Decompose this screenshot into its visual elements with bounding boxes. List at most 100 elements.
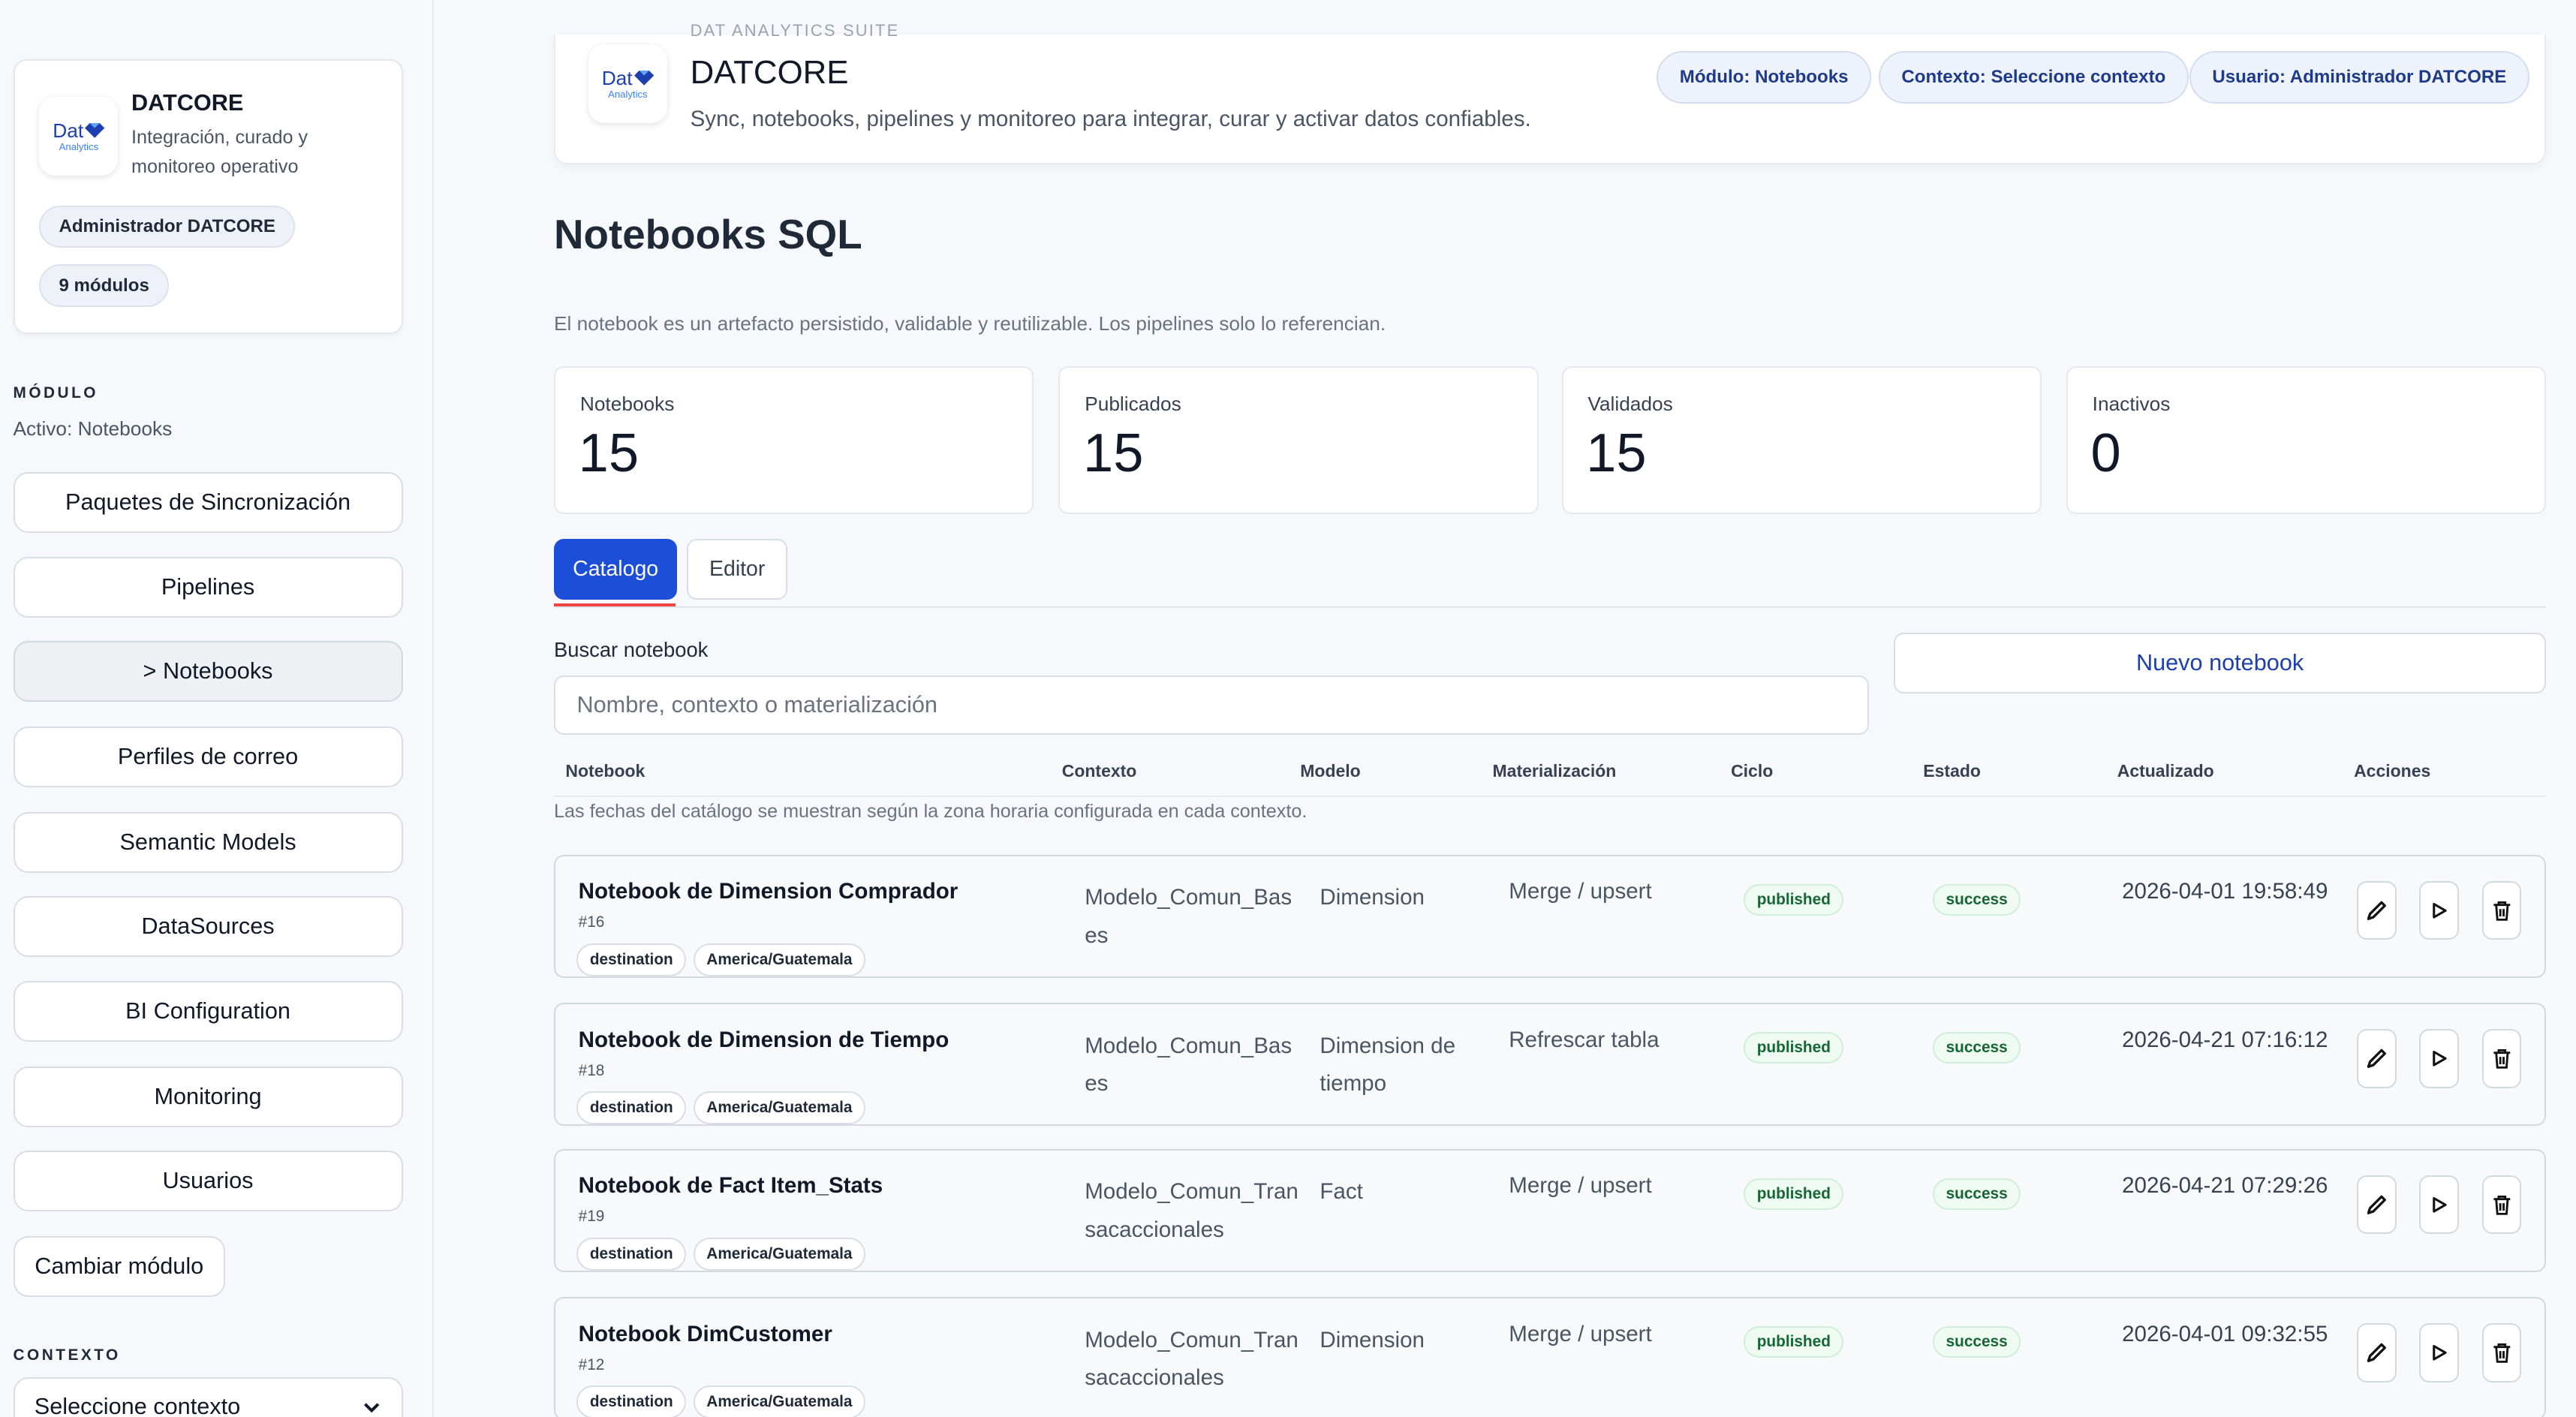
nav-users[interactable]: Usuarios [13,1151,403,1212]
stat-label: Publicados [1085,393,1181,416]
column-header-actions: Acciones [2354,760,2431,781]
row-context: Modelo_Comun_Bases [1085,1033,1293,1096]
table-header-divider [554,795,2547,798]
status-badge: success [1933,1178,2021,1210]
search-label: Buscar notebook [554,637,709,661]
sidebar: Dat Analytics DATCORE Integración, curad… [0,0,435,1417]
stat-card-validated: Validados 15 [1561,366,2042,515]
notebook-id: #12 [578,1355,605,1373]
row-updated: 2026-04-01 09:32:55 [2122,1321,2328,1346]
stat-label: Notebooks [579,393,675,416]
chevron-down-icon [363,1402,380,1412]
notebook-name: Notebook de Dimension Comprador [578,879,958,904]
tag-destination: destination [576,1091,687,1124]
row-materialization: Merge / upsert [1509,879,1652,904]
cycle-badge: published [1744,884,1844,916]
cycle-badge: published [1744,1178,1844,1210]
status-badge: success [1933,884,2021,916]
tag-timezone: America/Guatemala [693,1237,865,1271]
stat-card-published: Publicados 15 [1058,366,1539,515]
status-badge: success [1933,1326,2021,1358]
table-row[interactable]: Notebook de Dimension de Tiempo #18 dest… [554,1002,2547,1127]
row-context: Modelo_Comun_Transacaccionales [1085,1179,1299,1242]
logo-gem-icon [85,123,105,138]
delete-button[interactable] [2481,1322,2522,1382]
row-materialization: Merge / upsert [1509,1173,1652,1199]
nav-semantic-models[interactable]: Semantic Models [13,811,403,873]
edit-button[interactable] [2357,1175,2397,1235]
play-icon [2433,1050,2448,1067]
trash-icon [2493,1048,2510,1069]
nav-mail-profiles[interactable]: Perfiles de correo [13,726,403,787]
new-notebook-button[interactable]: Nuevo notebook [1893,633,2547,694]
nav-datasources[interactable]: DataSources [13,895,403,957]
header-title: DATCORE [690,54,849,92]
notebook-id: #18 [578,1061,605,1079]
run-button[interactable] [2419,1175,2460,1235]
pencil-icon [2367,901,2387,920]
pencil-icon [2367,1343,2387,1362]
edit-button[interactable] [2357,880,2397,940]
tag-timezone: America/Guatemala [693,1091,865,1124]
stat-value: 0 [2090,423,2121,483]
stat-value: 15 [1083,423,1144,483]
row-materialization: Merge / upsert [1509,1321,1652,1346]
status-badge: success [1933,1032,2021,1064]
row-model: Dimension [1320,1327,1425,1352]
brand-card: Dat Analytics DATCORE Integración, curad… [13,59,403,334]
run-button[interactable] [2419,1028,2460,1088]
delete-button[interactable] [2481,1175,2522,1235]
logo-text: Dat [53,119,84,142]
play-icon [2433,1196,2448,1213]
context-select[interactable]: Seleccione contexto [13,1377,403,1417]
edit-button[interactable] [2357,1028,2397,1088]
tab-catalog[interactable]: Catalogo [554,539,678,600]
header-overline: DAT ANALYTICS SUITE [690,21,900,41]
notebook-name: Notebook DimCustomer [578,1321,832,1346]
header-logo: Dat Analytics [588,44,667,124]
nav-pipelines[interactable]: Pipelines [13,557,403,618]
trash-icon [2493,1195,2510,1215]
nav-sync-packages[interactable]: Paquetes de Sincronización [13,471,403,533]
run-button[interactable] [2419,1322,2460,1382]
brand-name: DATCORE [131,90,244,116]
stat-label: Validados [1587,393,1673,416]
header-subtitle: Sync, notebooks, pipelines y monitoreo p… [690,107,1531,132]
context-select-value: Seleccione contexto [34,1394,241,1417]
cycle-badge: published [1744,1032,1844,1064]
timezone-note: Las fechas del catálogo se muestran segú… [554,800,1308,822]
table-row[interactable]: Notebook de Dimension Comprador #16 dest… [554,854,2547,979]
row-updated: 2026-04-21 07:16:12 [2122,1027,2328,1052]
module-pill: Módulo: Notebooks [1657,50,1871,104]
delete-button[interactable] [2481,1028,2522,1088]
brand-logo: Dat Analytics [39,97,119,176]
tab-divider [554,606,2547,609]
notebook-id: #19 [578,1208,605,1226]
tab-editor[interactable]: Editor [687,539,787,600]
change-module-button[interactable]: Cambiar módulo [13,1235,226,1297]
play-icon [2433,902,2448,919]
context-pill: Contexto: Seleccione contexto [1878,50,2189,104]
run-button[interactable] [2419,880,2460,940]
delete-button[interactable] [2481,880,2522,940]
stat-label: Inactivos [2092,393,2171,416]
nav-notebooks[interactable]: > Notebooks [13,641,403,702]
module-section-label: MÓDULO [13,384,98,402]
stat-value: 15 [578,423,639,483]
nav-bi-configuration[interactable]: BI Configuration [13,981,403,1042]
edit-button[interactable] [2357,1322,2397,1382]
trash-icon [2493,1343,2510,1363]
table-row[interactable]: Notebook de Fact Item_Stats #19 destinat… [554,1148,2547,1273]
table-row[interactable]: Notebook DimCustomer #12 destination Ame… [554,1296,2547,1417]
pencil-icon [2367,1195,2387,1214]
stat-card-inactive: Inactivos 0 [2066,366,2547,515]
search-input[interactable] [554,675,1870,735]
pencil-icon [2367,1048,2387,1068]
logo-text: Dat [601,66,633,89]
brand-description: Integración, curado y monitoreo operativ… [131,127,308,178]
stat-value: 15 [1586,423,1647,483]
context-section-label: CONTEXTO [13,1346,121,1364]
column-header-updated: Actualizado [2117,760,2214,781]
nav-monitoring[interactable]: Monitoring [13,1067,403,1128]
user-pill: Usuario: Administrador DATCORE [2189,50,2529,104]
